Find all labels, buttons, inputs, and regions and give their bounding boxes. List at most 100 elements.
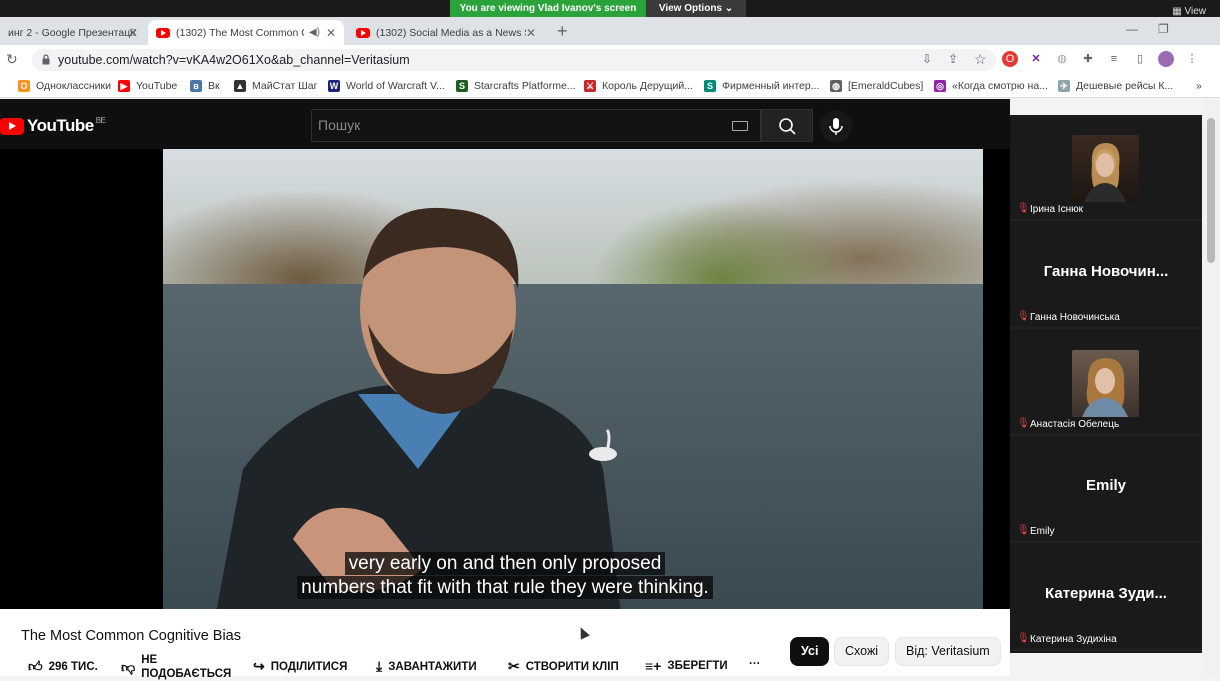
keyboard-icon[interactable] [732,121,748,131]
chip-all[interactable]: Усі [790,637,830,666]
clip-label: СТВОРИТИ КЛІП [525,660,619,673]
menu-icon[interactable]: ⋮ [1184,51,1200,67]
save-button[interactable]: ≡+ ЗБЕРЕГТИ [645,658,728,674]
bookmark-label: [EmeraldCubes] [848,80,924,92]
share-button[interactable]: ↪ ПОДІЛИТИСЯ [253,658,347,675]
media-queue-icon[interactable]: ≡ [1106,51,1122,67]
url-field[interactable]: youtube.com/watch?v=vKA4w2O61Xo&ab_chann… [32,49,996,71]
bookmark-kogda[interactable]: ◎ «Когда смотрю на... [934,80,1048,92]
panel-scrollbar[interactable] [1207,118,1215,263]
muted-mic-icon: 🎙︎ [1017,311,1030,322]
like-count: 296 ТИС. [48,660,98,673]
bookmark-youtube[interactable]: ▶ YouTube [118,80,177,92]
view-options-button[interactable]: View Options ⌄ [646,0,746,17]
subtitle-text: numbers that fit with that rule they wer… [297,576,713,599]
participant-tile[interactable]: 🎙︎ Ірина Існюк [1010,115,1202,221]
voice-search-button[interactable] [820,110,852,142]
participant-tile[interactable]: Катерина Зуди... 🎙︎ Катерина Зудихіна [1010,545,1202,651]
grid-icon: ▦ [1172,6,1182,17]
close-icon[interactable]: ✕ [526,26,536,40]
profile-avatar-icon[interactable] [1158,51,1174,67]
subtitle-line-1: very early on and then only proposed [0,552,1010,575]
bookmark-mystat[interactable]: ▲ МайСтат Шаг [234,80,317,92]
minimize-icon[interactable]: — [1126,22,1138,36]
zoom-view-button[interactable]: ▦ View [1172,6,1206,17]
clip-button[interactable]: ✂ СТВОРИТИ КЛІП [508,658,619,675]
bookmark-starcrafts[interactable]: S Starcrafts Platforme... [456,80,576,92]
bookmark-odnoklassniki[interactable]: O Одноклассники [18,80,111,92]
url-text: youtube.com/watch?v=vKA4w2O61Xo&ab_chann… [58,53,410,67]
bookmark-label: World of Warcraft V... [346,80,445,92]
dislike-label: НЕ ПОДОБАЄТЬСЯ [141,654,232,680]
participant-photo [1072,350,1139,417]
like-button[interactable]: 👍︎ 296 ТИС. [28,658,98,675]
bookmark-label: Дешевые рейсы К... [1076,80,1174,92]
participant-tile[interactable]: Ганна Новочин... 🎙︎ Ганна Новочинська [1010,223,1202,329]
presenter-figure [216,207,621,609]
bookmark-wow[interactable]: W World of Warcraft V... [328,80,445,92]
microphone-icon [829,118,843,135]
x-extension-icon[interactable]: ✕ [1028,51,1044,67]
tab-cognitive-bias[interactable]: (1302) The Most Common C ◀) ✕ [148,20,344,45]
download-button[interactable]: ⤓ ЗАВАНТАЖИТИ [376,658,477,675]
participant-tile[interactable]: Emily 🎙︎ Emily [1010,437,1202,543]
subtitle-line-2: numbers that fit with that rule they wer… [0,576,1010,599]
muted-mic-icon: 🎙︎ [1017,203,1030,214]
participant-name: Ірина Існюк [1030,204,1083,215]
odnoklassniki-icon: O [18,80,30,92]
participant-name: Катерина Зудихіна [1030,634,1117,645]
bookmark-label: YouTube [136,80,178,92]
instagram-icon: ◎ [934,80,946,92]
zoom-share-bar: You are viewing Vlad Ivanov's screen Vie… [0,0,1220,17]
chip-related[interactable]: Схожі [834,637,890,666]
dislike-button[interactable]: 👎︎ НЕ ПОДОБАЄТЬСЯ [121,653,233,681]
video-player[interactable]: very early on and then only proposed num… [0,149,1010,609]
participant-display-name: Катерина Зуди... [1045,585,1167,602]
participants-panel: 🎙︎ Ірина Існюк Ганна Новочин... 🎙︎ Ганна… [1010,115,1202,653]
share-icon[interactable]: ⇪ [948,52,958,66]
bookmark-label: Король Дерущий... [602,80,693,92]
bookmark-emeraldcubes[interactable]: ◍ [EmeraldCubes] [830,80,923,92]
avatar-figure [1084,143,1126,202]
youtube-favicon-icon [356,27,370,38]
save-label: ЗБЕРЕГТИ [667,660,728,672]
restore-icon[interactable]: ❐ [1158,22,1169,36]
participant-tile[interactable]: 🎙︎ Анастасія Обелець [1010,330,1202,436]
new-tab-plus-icon[interactable]: + [557,21,568,42]
participant-name: Анастасія Обелець [1030,419,1120,430]
tab-title: (1302) The Most Common C [176,26,304,39]
youtube-logo[interactable]: YouTube BE [0,116,106,136]
participant-photo [1072,135,1139,202]
s-icon: S [704,80,716,92]
bookmarks-overflow[interactable]: » [1196,80,1202,92]
bookmark-vk[interactable]: в Вк [190,80,220,92]
close-icon[interactable]: ✕ [128,26,138,40]
star-icon[interactable]: ☆ [974,51,987,68]
globe-icon: ◍ [830,80,842,92]
tab-google-slides[interactable]: инг 2 - Google Презентації ✕ [0,20,146,45]
globe-extension-icon[interactable]: ◍ [1054,51,1070,67]
close-icon[interactable]: ✕ [326,26,336,40]
more-actions-button[interactable]: ··· [749,658,761,670]
side-panel-icon[interactable]: ▯ [1132,51,1148,67]
bookmark-label: Starcrafts Platforme... [474,80,576,92]
vk-icon: в [190,80,202,92]
bookmark-korol[interactable]: ⚔ Король Дерущий... [584,80,693,92]
participant-display-name: Ганна Новочин... [1043,263,1169,280]
participant-name: Emily [1030,526,1055,537]
search-placeholder: Пошук [318,117,361,133]
video-title: The Most Common Cognitive Bias [21,628,241,644]
install-icon[interactable]: ⇩ [922,52,932,66]
puzzle-icon[interactable]: ✚ [1080,51,1096,67]
speaker-icon[interactable]: ◀) [309,27,320,38]
bookmark-flights[interactable]: ✈ Дешевые рейсы К... [1058,80,1173,92]
tab-social-media[interactable]: (1302) Social Media as a News S ✕ [348,20,544,45]
search-button[interactable] [761,109,813,142]
bookmark-firm[interactable]: S Фирменный интер... [704,80,819,92]
reload-icon[interactable]: ↻ [6,51,18,68]
opera-extension-icon[interactable]: O [1002,51,1018,67]
w-icon: W [328,80,340,92]
overflow-chevron-icon: » [1196,80,1202,92]
search-input[interactable]: Пошук [311,109,761,142]
chip-from-veritasium[interactable]: Від: Veritasium [895,637,1001,666]
